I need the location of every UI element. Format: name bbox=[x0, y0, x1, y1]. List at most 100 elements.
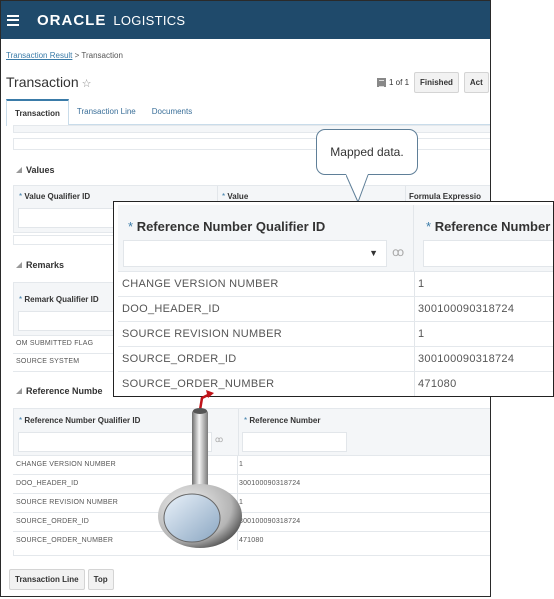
record-list-icon[interactable] bbox=[377, 78, 386, 87]
value-cell: 1 bbox=[418, 328, 425, 340]
tab-bar: Transaction Transaction Line Documents bbox=[6, 99, 490, 126]
column-divider bbox=[414, 272, 415, 297]
table-row[interactable]: SOURCE_ORDER_NUMBER 471080 bbox=[13, 532, 490, 551]
table-row[interactable]: CHANGE VERSION NUMBER 1 bbox=[13, 456, 490, 475]
formula-expression-header: Formula Expressio bbox=[409, 192, 482, 201]
actions-button[interactable]: Act bbox=[463, 72, 489, 93]
remark-qualifier-cell: SOURCE SYSTEM bbox=[16, 358, 80, 365]
value-cell: 471080 bbox=[418, 378, 457, 390]
red-arrow-head bbox=[206, 390, 214, 398]
zoomed-reference-number-header: * Reference Number bbox=[426, 219, 550, 234]
zoomed-table-row[interactable]: DOO_HEADER_ID 300100090318724 bbox=[118, 296, 553, 322]
value-cell: 300100090318724 bbox=[418, 353, 515, 365]
remarks-section-header[interactable]: Remarks bbox=[16, 260, 64, 270]
tab-transaction[interactable]: Transaction bbox=[6, 99, 69, 126]
remark-qualifier-id-header: * Remark Qualifier ID bbox=[19, 295, 99, 304]
previous-section-footer bbox=[13, 125, 490, 133]
pager-text: 1 of 1 bbox=[389, 78, 410, 87]
collapse-triangle-icon bbox=[16, 167, 22, 173]
qualifier-cell: DOO_HEADER_ID bbox=[122, 303, 221, 315]
top-bar: ORACLE LOGISTICS bbox=[1, 1, 490, 39]
zoomed-qualifier-id-select[interactable]: ▼ bbox=[123, 240, 387, 267]
qualifier-cell: CHANGE VERSION NUMBER bbox=[16, 461, 116, 468]
required-marker: * bbox=[19, 192, 23, 201]
header-text: Value Qualifier ID bbox=[24, 192, 91, 201]
collapse-triangle-icon bbox=[16, 388, 22, 394]
glasses-search-icon[interactable]: ꝏ bbox=[392, 245, 404, 259]
remark-qualifier-id-input[interactable] bbox=[18, 311, 118, 331]
required-marker: * bbox=[19, 295, 23, 304]
tab-documents[interactable]: Documents bbox=[144, 99, 200, 125]
table-row[interactable]: SOURCE REVISION NUMBER 1 bbox=[13, 494, 490, 513]
reference-number-input[interactable] bbox=[242, 432, 347, 452]
qualifier-cell: DOO_HEADER_ID bbox=[16, 480, 79, 487]
remarks-section-title: Remarks bbox=[26, 260, 65, 270]
record-pager: 1 of 1 Finished Act bbox=[377, 72, 489, 93]
reference-number-header: * Reference Number bbox=[244, 416, 321, 425]
page-title-text: Transaction bbox=[6, 74, 79, 90]
column-divider bbox=[414, 372, 415, 396]
zoomed-table-row[interactable]: SOURCE REVISION NUMBER 1 bbox=[118, 321, 553, 347]
column-divider bbox=[414, 347, 415, 372]
header-text: Value bbox=[227, 192, 249, 201]
required-marker: * bbox=[222, 192, 226, 201]
qualifier-cell: SOURCE_ORDER_ID bbox=[122, 353, 237, 365]
table-row[interactable]: DOO_HEADER_ID 300100090318724 bbox=[13, 475, 490, 494]
header-text: Reference Number bbox=[434, 219, 551, 234]
reference-section-title: Reference Numbe bbox=[26, 386, 103, 396]
breadcrumb-link-transaction-result[interactable]: Transaction Result bbox=[6, 51, 72, 60]
reference-qualifier-id-header: * Reference Number Qualifier ID bbox=[19, 416, 140, 425]
column-divider bbox=[414, 322, 415, 347]
oracle-logo: ORACLE bbox=[37, 11, 107, 29]
zoomed-detail-panel: * Reference Number Qualifier ID ▼ ꝏ * Re… bbox=[113, 201, 554, 397]
zoomed-table-row[interactable]: SOURCE_ORDER_ID 300100090318724 bbox=[118, 346, 553, 372]
tab-transaction-line[interactable]: Transaction Line bbox=[69, 99, 144, 125]
callout-text: Mapped data. bbox=[330, 145, 404, 159]
bottom-button-bar: Transaction Line Top bbox=[9, 569, 117, 590]
product-name: LOGISTICS bbox=[113, 12, 186, 28]
required-marker: * bbox=[426, 219, 432, 234]
header-text: Reference Number bbox=[249, 416, 321, 425]
values-section-header[interactable]: Values bbox=[16, 165, 55, 175]
magnifier-lens bbox=[163, 493, 221, 543]
qualifier-cell: SOURCE_ORDER_ID bbox=[16, 518, 90, 525]
zoomed-table-row[interactable]: CHANGE VERSION NUMBER 1 bbox=[118, 271, 553, 297]
qualifier-cell: SOURCE_ORDER_NUMBER bbox=[16, 537, 114, 544]
reference-footer bbox=[13, 550, 490, 556]
magnifier-icon bbox=[158, 390, 242, 548]
value-cell: 300100090318724 bbox=[418, 303, 515, 315]
zoomed-qualifier-id-header: * Reference Number Qualifier ID bbox=[128, 219, 325, 234]
qualifier-cell: SOURCE REVISION NUMBER bbox=[16, 499, 119, 506]
previous-section-spacer bbox=[13, 138, 490, 150]
page-title: Transaction ☆ bbox=[6, 74, 92, 90]
magnifier-handle bbox=[192, 410, 208, 490]
value-header: * Value bbox=[222, 192, 248, 201]
top-button[interactable]: Top bbox=[87, 569, 114, 590]
collapse-triangle-icon bbox=[16, 262, 22, 268]
callout-bubble: Mapped data. bbox=[316, 129, 418, 175]
qualifier-cell: CHANGE VERSION NUMBER bbox=[122, 278, 279, 290]
reference-number-table-header: * Reference Number Qualifier ID ꝏ * Refe… bbox=[13, 408, 490, 457]
header-text: Reference Number Qualifier ID bbox=[24, 416, 141, 425]
zoomed-reference-number-input[interactable] bbox=[423, 240, 553, 267]
hamburger-menu-icon[interactable] bbox=[7, 14, 19, 26]
remark-qualifier-cell: OM SUBMITTED FLAG bbox=[16, 340, 94, 347]
header-text: Remark Qualifier ID bbox=[24, 295, 99, 304]
value-cell: 1 bbox=[418, 278, 425, 290]
required-marker: * bbox=[19, 416, 23, 425]
reference-number-section-header[interactable]: Reference Numbe bbox=[16, 386, 103, 396]
header-text: Reference Number Qualifier ID bbox=[136, 219, 326, 234]
finished-button[interactable]: Finished bbox=[414, 72, 459, 93]
breadcrumb-separator: > bbox=[74, 51, 80, 60]
magnifier-handle-top bbox=[193, 408, 207, 414]
breadcrumb-current: Transaction bbox=[81, 51, 123, 60]
star-outline-icon[interactable]: ☆ bbox=[82, 78, 92, 90]
transaction-line-button[interactable]: Transaction Line bbox=[9, 569, 85, 590]
qualifier-cell: SOURCE REVISION NUMBER bbox=[122, 328, 283, 340]
table-row[interactable]: SOURCE_ORDER_ID 300100090318724 bbox=[13, 513, 490, 532]
value-qualifier-id-header: * Value Qualifier ID bbox=[19, 192, 90, 201]
required-marker: * bbox=[128, 219, 134, 234]
dropdown-arrow-icon[interactable]: ▼ bbox=[369, 248, 378, 258]
breadcrumb: Transaction Result > Transaction bbox=[6, 51, 123, 60]
column-divider bbox=[414, 297, 415, 322]
